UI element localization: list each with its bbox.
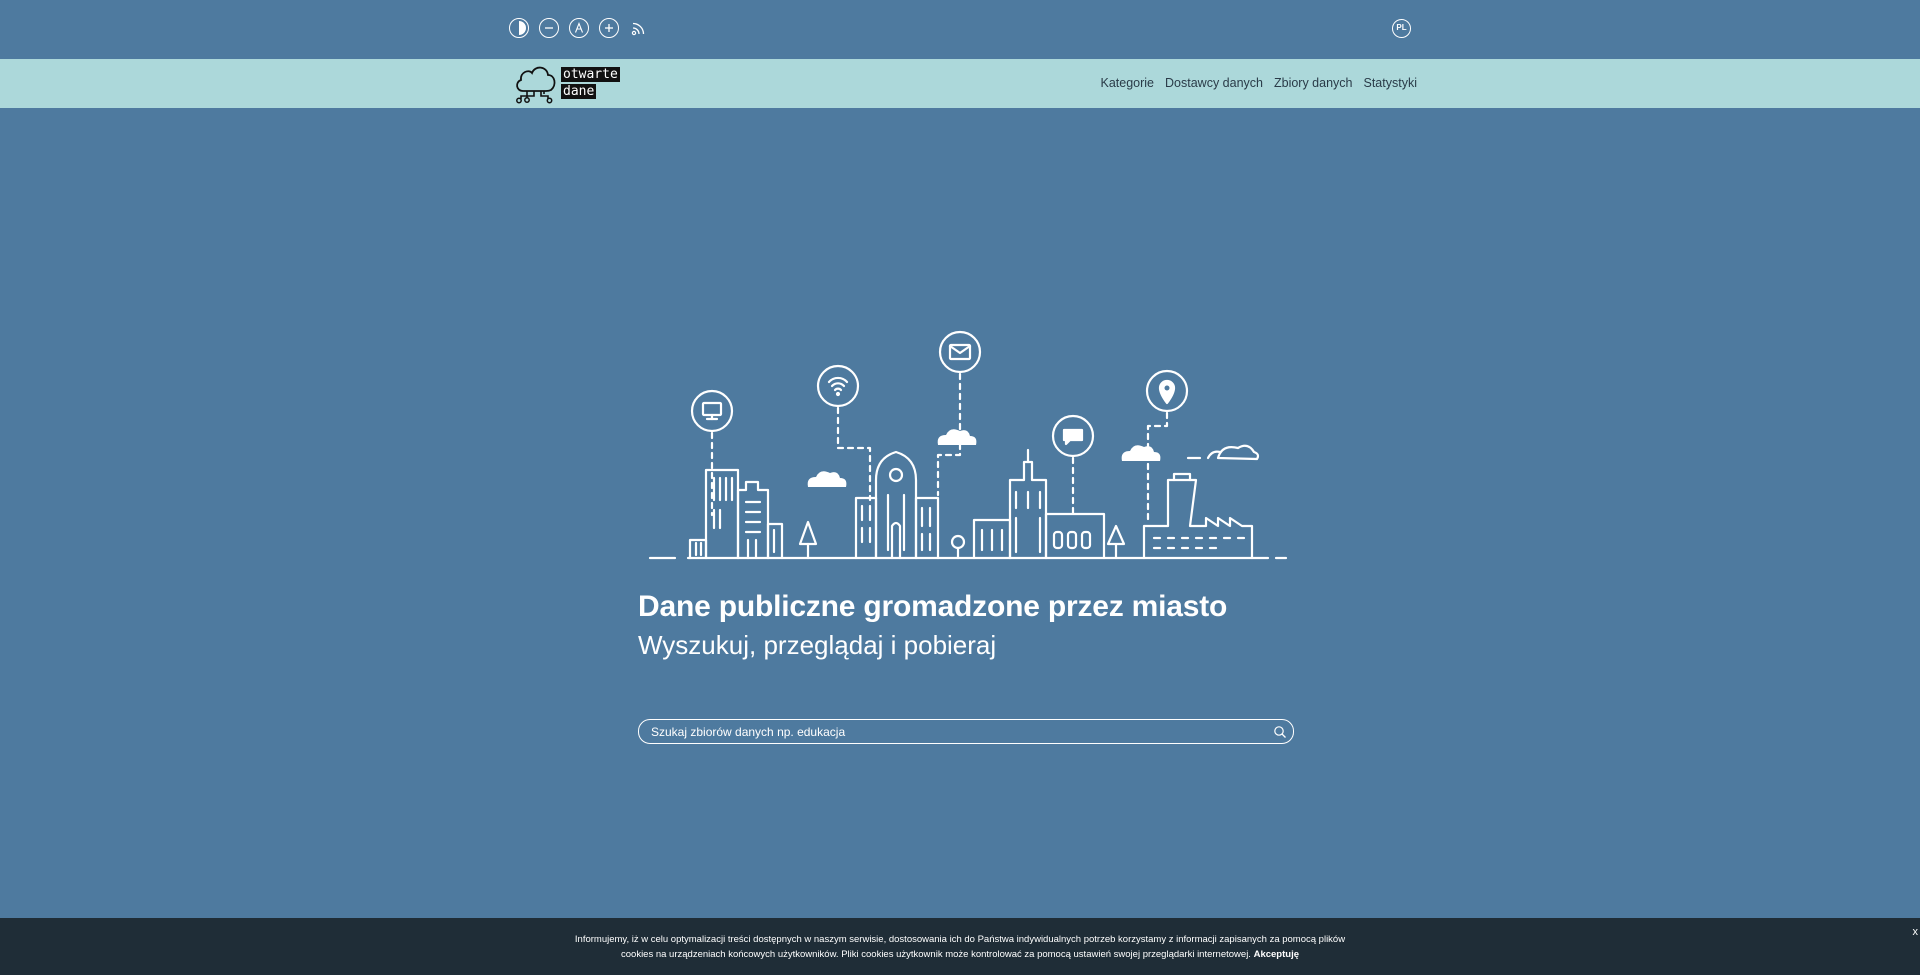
- cookie-notice: Informujemy, iż w celu optymalizacji tre…: [560, 932, 1360, 962]
- cookie-close-button[interactable]: x: [1913, 926, 1919, 938]
- city-illustration: [648, 330, 1288, 560]
- cookie-bar: Informujemy, iż w celu optymalizacji tre…: [0, 918, 1920, 975]
- accessibility-bar: PL: [0, 0, 1920, 59]
- font-icon[interactable]: [569, 18, 589, 38]
- logo-word-otwarte: otwarte: [561, 67, 620, 82]
- zoom-out-icon[interactable]: [539, 18, 559, 38]
- nav-item-zbiory-danych[interactable]: Zbiory danych: [1274, 76, 1353, 90]
- search-icon[interactable]: [1273, 725, 1287, 739]
- rss-icon[interactable]: [629, 18, 649, 38]
- cloud-logo-icon: [516, 66, 556, 104]
- site-header: otwarte dane Kategorie Dostawcy danych Z…: [0, 59, 1920, 108]
- mail-pin-icon: [936, 330, 982, 497]
- search-bar: [638, 719, 1294, 744]
- accessibility-tools: [509, 18, 649, 38]
- hero-subtitle: Wyszukuj, przeglądaj i pobieraj: [638, 630, 997, 660]
- logo-word-dane: dane: [561, 84, 597, 99]
- cookie-message: Informujemy, iż w celu optymalizacji tre…: [574, 934, 1346, 960]
- site-logo[interactable]: otwarte dane: [513, 61, 620, 105]
- chat-pin-icon: [1051, 414, 1095, 517]
- zoom-in-icon[interactable]: [599, 18, 619, 38]
- hero-title: Dane publiczne gromadzone przez miasto: [638, 590, 1228, 623]
- cookie-accept-link[interactable]: Akceptuję: [1254, 949, 1299, 960]
- main-nav: Kategorie Dostawcy danych Zbiory danych …: [1101, 76, 1418, 90]
- search-input[interactable]: [651, 720, 1251, 743]
- nav-item-statystyki[interactable]: Statystyki: [1364, 76, 1418, 90]
- nav-item-dostawcy-danych[interactable]: Dostawcy danych: [1165, 76, 1263, 90]
- logo-text: otwarte dane: [561, 67, 620, 99]
- contrast-icon[interactable]: [509, 18, 529, 38]
- nav-item-kategorie[interactable]: Kategorie: [1101, 76, 1155, 90]
- language-switch-button[interactable]: PL: [1392, 19, 1411, 38]
